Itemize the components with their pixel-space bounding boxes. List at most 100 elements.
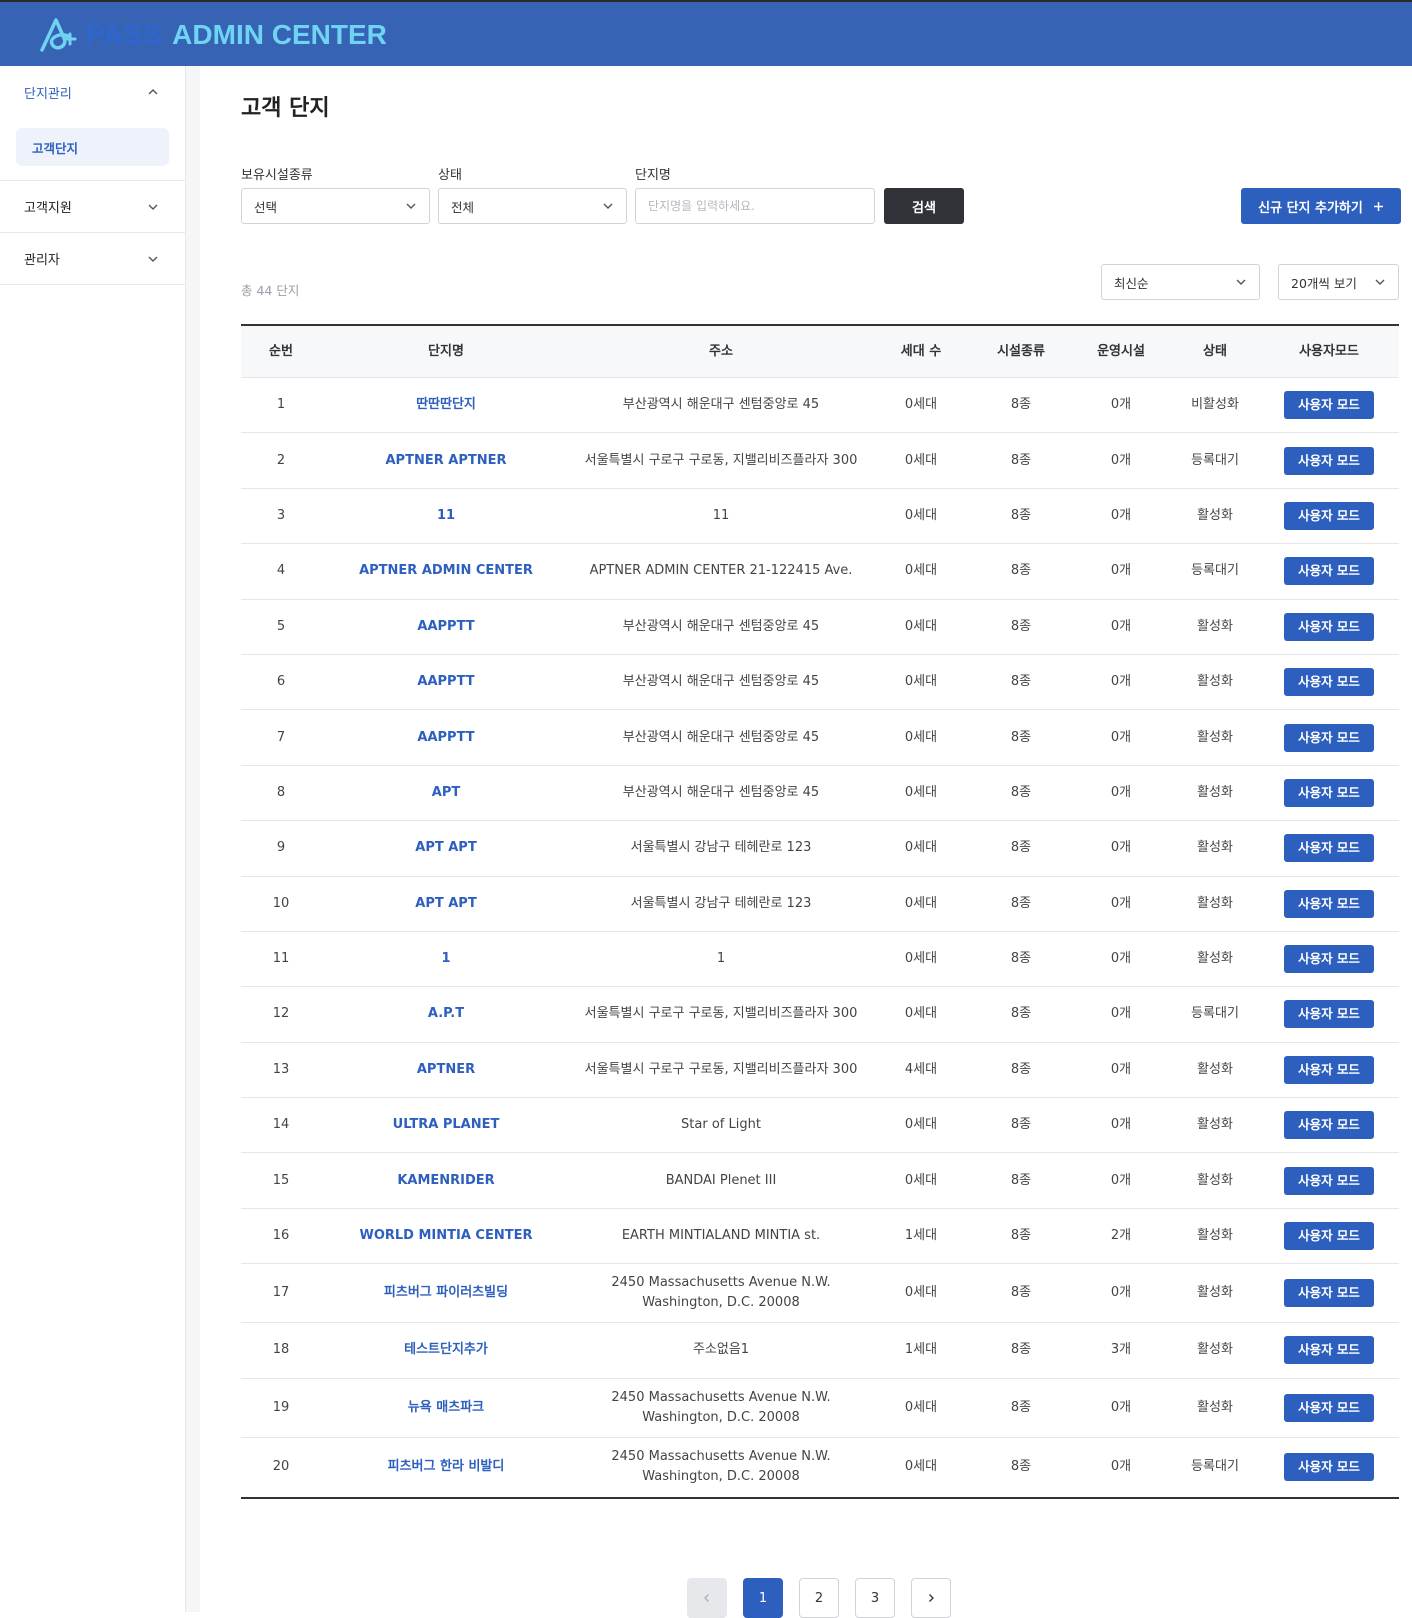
cell-households: 0세대 (904, 1285, 938, 1301)
cell-operating-facilities: 0개 (1110, 784, 1132, 800)
column-header[interactable]: 순번 (241, 342, 321, 362)
complex-name-link[interactable]: WORLD MINTIA CENTER (359, 1228, 532, 1243)
cell-complex-name: AAPPTT (321, 617, 571, 637)
user-mode-button[interactable]: 사용자 모드 (1284, 1336, 1374, 1365)
user-mode-button[interactable]: 사용자 모드 (1284, 778, 1374, 807)
sidebar-group-complex-management[interactable]: 단지관리 (0, 66, 185, 118)
complex-name-link[interactable]: AAPPTT (417, 674, 474, 689)
cell-address: 부산광역시 해운대구 센텀중앙로 45 (571, 395, 871, 415)
user-mode-button[interactable]: 사용자 모드 (1284, 1279, 1374, 1308)
add-complex-button[interactable]: 신규 단지 추가하기 (1241, 188, 1401, 224)
column-header[interactable]: 세대 수 (871, 342, 971, 362)
user-mode-button[interactable]: 사용자 모드 (1284, 1055, 1374, 1084)
user-mode-button[interactable]: 사용자 모드 (1284, 668, 1374, 697)
chevron-down-icon (1375, 279, 1385, 285)
cell-number: 20 (272, 1459, 290, 1475)
next-page-button[interactable] (911, 1578, 951, 1618)
table-row: 8 APT 부산광역시 해운대구 센텀중앙로 45 0세대 8종 0개 활성화 사용자 모드 (241, 766, 1399, 822)
complex-name-link[interactable]: 뉴욕 매츠파크 (408, 1400, 484, 1415)
complex-name-link[interactable]: AAPPTT (417, 619, 474, 634)
user-mode-button[interactable]: 사용자 모드 (1284, 612, 1374, 641)
user-mode-button[interactable]: 사용자 모드 (1284, 945, 1374, 974)
complex-name-link[interactable]: 피츠버그 한라 비발디 (388, 1459, 505, 1474)
column-header[interactable]: 사용자모드 (1259, 342, 1399, 362)
complex-name-link[interactable]: 피츠버그 파이러츠빌딩 (384, 1285, 508, 1300)
cell-households: 1세대 (904, 1228, 938, 1244)
cell-number: 8 (276, 784, 286, 800)
complex-name-link[interactable]: 1 (441, 951, 450, 966)
sidebar-item-customer-complex[interactable]: 고객단지 (16, 128, 169, 166)
complex-name-input[interactable] (635, 188, 875, 224)
user-mode-button[interactable]: 사용자 모드 (1284, 834, 1374, 863)
page-size-select[interactable]: 20개씩 보기 (1278, 264, 1399, 300)
user-mode-button[interactable]: 사용자 모드 (1284, 1453, 1374, 1482)
column-header[interactable]: 시설종류 (971, 342, 1071, 362)
cell-operating-facilities: 0개 (1110, 1399, 1132, 1415)
address-line: 2450 Massachusetts Avenue N.W. (611, 1275, 831, 1291)
complex-name-link[interactable]: KAMENRIDER (397, 1173, 494, 1188)
complex-name-link[interactable]: APT (432, 785, 460, 800)
complex-name-link[interactable]: 딴딴딴단지 (416, 397, 476, 412)
table-row: 14 ULTRA PLANET Star of Light 0세대 8종 0개 활성화 사용자… (241, 1098, 1399, 1154)
user-mode-button[interactable]: 사용자 모드 (1284, 1111, 1374, 1140)
table-row: 12 A.P.T 서울특별시 구로구 구로동, 지밸리비즈플라자 300 0세대 8종 0… (241, 987, 1399, 1043)
cell-households: 4세대 (904, 1061, 938, 1077)
complex-name-link[interactable]: APTNER ADMIN CENTER (359, 563, 533, 578)
status-select[interactable]: 전체 (438, 188, 627, 224)
user-mode-button[interactable]: 사용자 모드 (1284, 1166, 1374, 1195)
search-button[interactable]: 검색 (884, 188, 964, 224)
column-header[interactable]: 운영시설 (1071, 342, 1171, 362)
chevron-up-icon (148, 89, 158, 95)
app-logo[interactable]: PASS ADMIN CENTER (38, 15, 387, 55)
page-button-2[interactable]: 2 (799, 1578, 839, 1618)
cell-address: 서울특별시 구로구 구로동, 지밸리비즈플라자 300 (571, 451, 871, 471)
user-mode-button[interactable]: 사용자 모드 (1284, 889, 1374, 918)
user-mode-button[interactable]: 사용자 모드 (1284, 501, 1374, 530)
address-line: Washington, D.C. 20008 (642, 1409, 800, 1425)
table-row: 20 피츠버그 한라 비발디 2450 Massachusetts Avenue N… (241, 1438, 1399, 1497)
status-label: 상태 (438, 168, 462, 183)
sort-select[interactable]: 최신순 (1101, 264, 1260, 300)
prev-page-button[interactable] (687, 1578, 727, 1618)
complex-name-link[interactable]: 테스트단지추가 (404, 1342, 488, 1357)
address-line: 2450 Massachusetts Avenue N.W. (611, 1449, 831, 1465)
cell-complex-name: WORLD MINTIA CENTER (321, 1226, 571, 1246)
sidebar-group-customer-support[interactable]: 고객지원 (0, 181, 185, 233)
user-mode-button[interactable]: 사용자 모드 (1284, 1393, 1374, 1422)
user-mode-button[interactable]: 사용자 모드 (1284, 391, 1374, 420)
complex-name-link[interactable]: ULTRA PLANET (393, 1117, 500, 1132)
user-mode-button[interactable]: 사용자 모드 (1284, 723, 1374, 752)
column-header[interactable]: 상태 (1171, 342, 1259, 362)
complex-name-link[interactable]: AAPPTT (417, 730, 474, 745)
cell-address: 부산광역시 해운대구 센텀중앙로 45 (571, 783, 871, 803)
column-header[interactable]: 단지명 (321, 342, 571, 362)
complex-table: 순번 단지명 주소 세대 수 시설종류 운영시설 상태 사용자모드 1 딴딴딴단지… (241, 324, 1399, 1499)
user-mode-button[interactable]: 사용자 모드 (1284, 557, 1374, 586)
cell-status: 활성화 (1197, 1117, 1233, 1133)
cell-facility-types: 8종 (1010, 1285, 1032, 1301)
complex-name-link[interactable]: APT APT (415, 896, 476, 911)
page-button-1[interactable]: 1 (743, 1578, 783, 1618)
column-header[interactable]: 주소 (571, 342, 871, 362)
table-row: 2 APTNER APTNER 서울특별시 구로구 구로동, 지밸리비즈플라자 30… (241, 433, 1399, 489)
complex-name-link[interactable]: APT APT (415, 840, 476, 855)
address-line: 11 (712, 507, 730, 523)
user-mode-button[interactable]: 사용자 모드 (1284, 1222, 1374, 1251)
facility-type-label: 보유시설종류 (241, 168, 313, 183)
chevron-down-icon (1236, 279, 1246, 285)
page-button-3[interactable]: 3 (855, 1578, 895, 1618)
facility-type-select[interactable]: 선택 (241, 188, 430, 224)
sidebar-item-label: 고객단지 (32, 140, 79, 156)
cell-status: 등록대기 (1191, 452, 1239, 468)
sidebar-group-admin[interactable]: 관리자 (0, 233, 185, 285)
complex-name-link[interactable]: 11 (437, 508, 455, 523)
complex-name-link[interactable]: APTNER APTNER (386, 453, 507, 468)
complex-name-link[interactable]: APTNER (417, 1062, 475, 1077)
user-mode-button[interactable]: 사용자 모드 (1284, 1000, 1374, 1029)
table-row: 17 피츠버그 파이러츠빌딩 2450 Massachusetts Avenue N… (241, 1264, 1399, 1324)
cell-complex-name: KAMENRIDER (321, 1171, 571, 1191)
cell-number: 7 (276, 729, 286, 745)
user-mode-button[interactable]: 사용자 모드 (1284, 446, 1374, 475)
cell-number: 5 (276, 618, 286, 634)
complex-name-link[interactable]: A.P.T (428, 1006, 464, 1021)
